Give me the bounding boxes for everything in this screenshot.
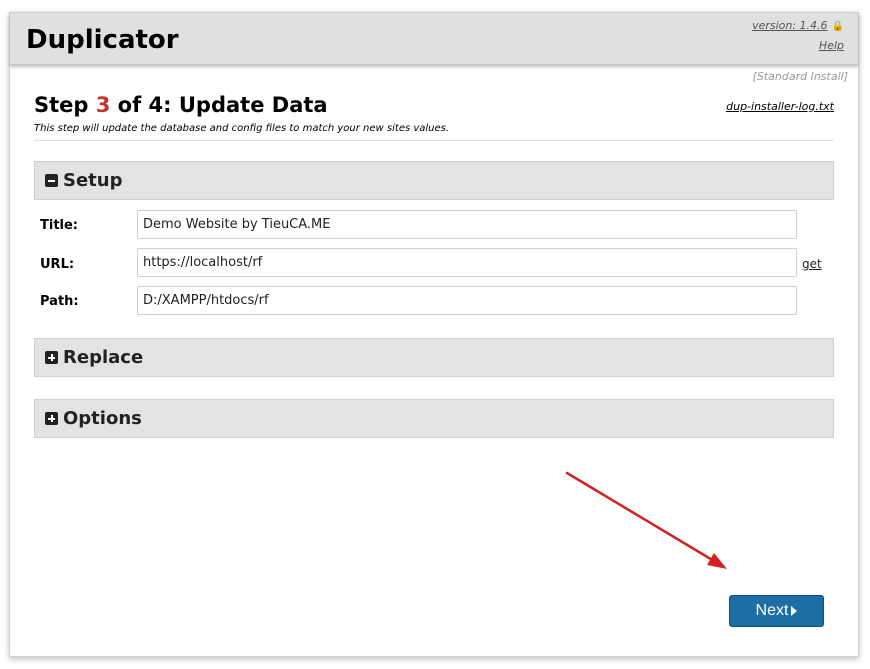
app-title: Duplicator <box>26 25 179 55</box>
plus-square-icon <box>45 412 58 425</box>
section-options-header[interactable]: Options <box>34 399 834 438</box>
plus-square-icon <box>45 351 58 364</box>
title-divider <box>34 140 834 141</box>
path-input[interactable] <box>137 286 797 315</box>
step-description: This step will update the database and c… <box>34 123 450 134</box>
help-link[interactable]: Help <box>819 39 844 52</box>
version-link[interactable]: version: 1.4.6 🔒 <box>752 19 844 32</box>
next-button-label: Next <box>755 602 789 619</box>
section-replace-label: Replace <box>63 347 144 368</box>
next-button[interactable]: Next <box>729 595 824 627</box>
installer-panel: Duplicator version: 1.4.6 🔒 Help [Standar… <box>9 12 859 657</box>
lock-icon: 🔒 <box>831 21 844 32</box>
step-number: 3 <box>95 93 111 117</box>
section-setup-header[interactable]: Setup <box>34 161 834 200</box>
caret-right-icon <box>791 606 798 616</box>
header-bar: Duplicator version: 1.4.6 🔒 Help <box>10 13 858 65</box>
step-suffix: of 4: Update Data <box>110 93 328 117</box>
step-title: Step 3 of 4: Update Data <box>34 93 328 117</box>
installer-log-link[interactable]: dup-installer-log.txt <box>726 100 834 113</box>
path-label: Path: <box>40 294 79 309</box>
step-prefix: Step <box>34 93 96 117</box>
title-label: Title: <box>40 218 79 233</box>
section-options-label: Options <box>63 408 142 429</box>
title-input[interactable] <box>137 210 797 239</box>
get-url-link[interactable]: get <box>802 257 822 271</box>
version-text: version: 1.4.6 <box>752 19 828 32</box>
section-replace-header[interactable]: Replace <box>34 338 834 377</box>
minus-square-icon <box>45 174 58 187</box>
url-label: URL: <box>40 257 75 272</box>
section-setup-label: Setup <box>63 170 123 191</box>
install-mode-label: [Standard Install] <box>752 70 848 83</box>
url-input[interactable] <box>137 248 797 277</box>
